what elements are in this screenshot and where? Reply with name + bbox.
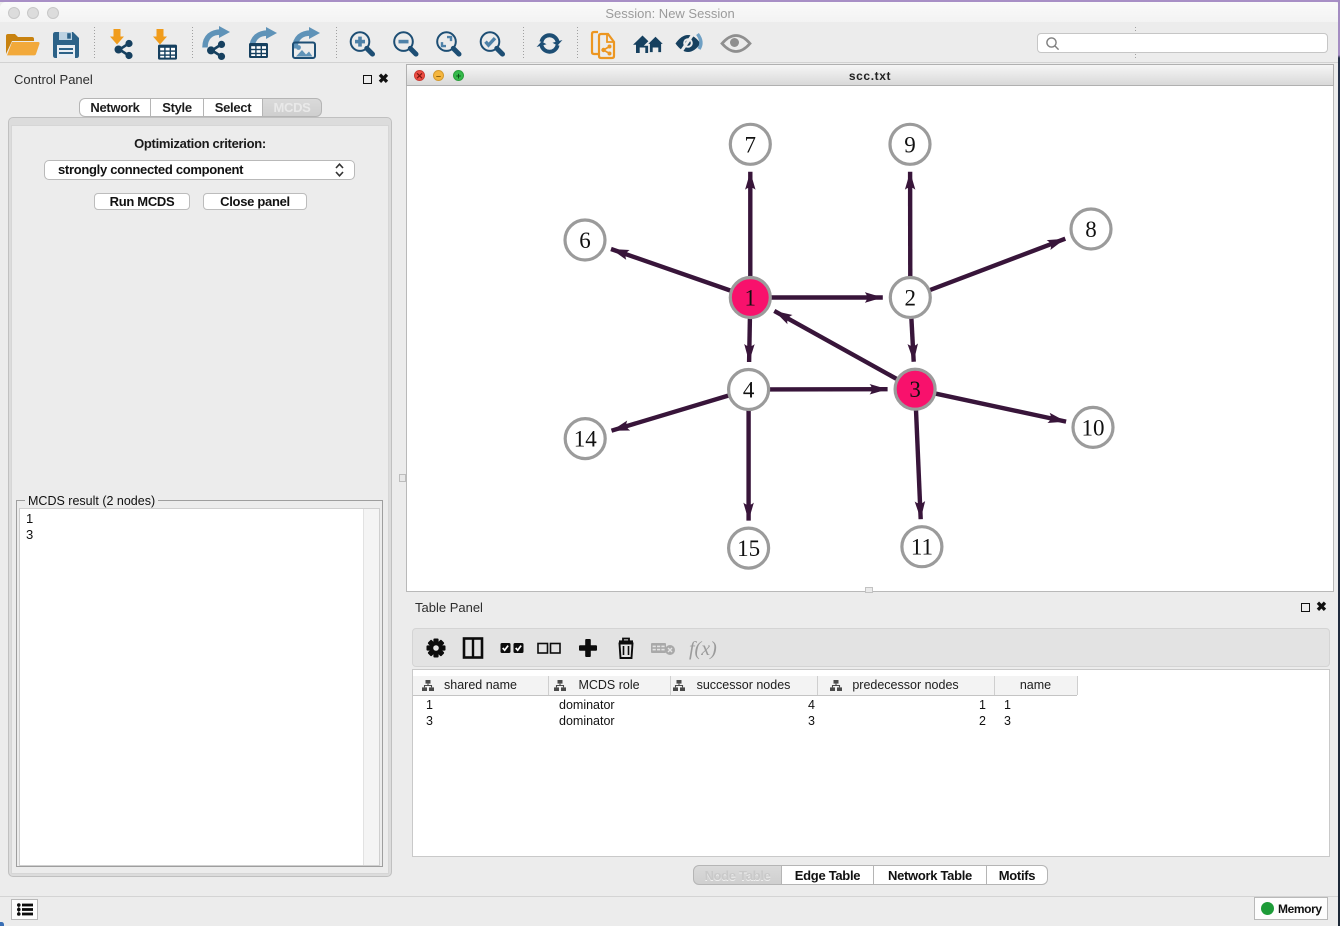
svg-text:4: 4	[743, 378, 755, 403]
svg-text:15: 15	[737, 536, 760, 561]
svg-text:8: 8	[1085, 217, 1097, 242]
svg-text:11: 11	[911, 535, 933, 560]
svg-text:3: 3	[909, 377, 921, 402]
svg-text:6: 6	[579, 228, 591, 253]
svg-text:9: 9	[904, 132, 916, 157]
svg-text:1: 1	[745, 286, 757, 311]
svg-text:f(x): f(x)	[689, 638, 717, 660]
svg-text:7: 7	[745, 132, 757, 157]
svg-text:2: 2	[905, 286, 917, 311]
svg-text:10: 10	[1082, 415, 1105, 440]
svg-text:14: 14	[574, 427, 598, 452]
